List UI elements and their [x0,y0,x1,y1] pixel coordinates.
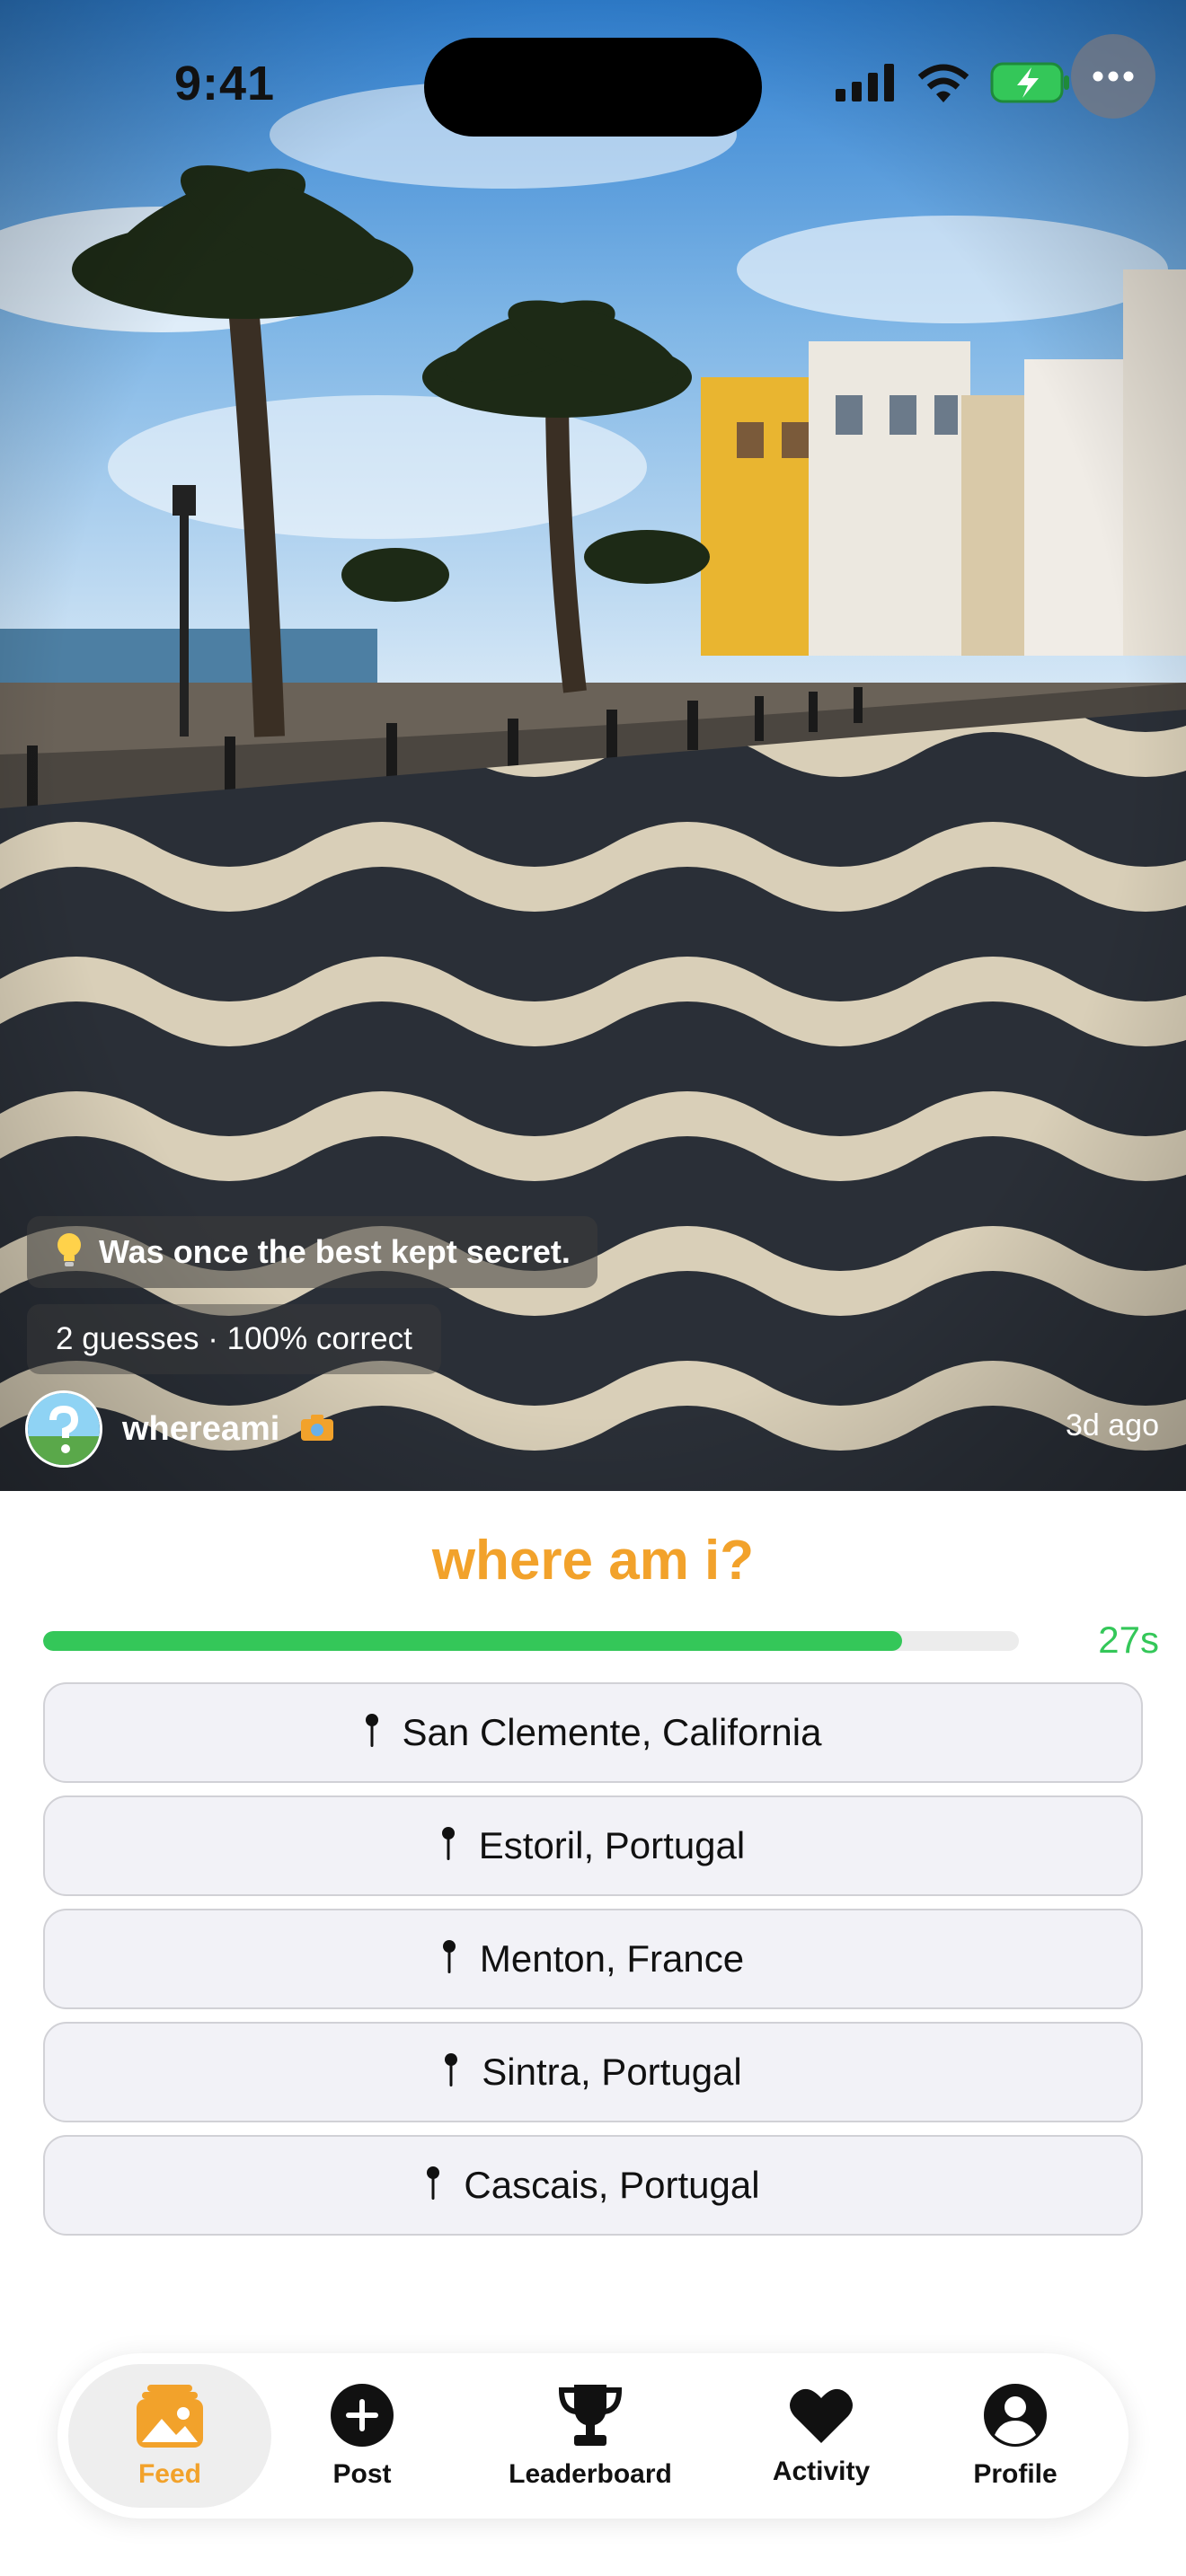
game-title: where am i? [431,1530,755,1592]
pin-icon [441,1826,456,1866]
guess-stats-text: 2 guesses · 100% correct [56,1321,412,1356]
trophy-icon [558,2383,623,2452]
timer-seconds: 27s [1098,1619,1159,1661]
option-label: Cascais, Portugal [464,2164,760,2206]
lightbulb-icon [56,1232,83,1273]
tab-activity[interactable]: Activity [731,2364,911,2508]
option-button-1[interactable]: San Clemente, California [43,1682,1143,1783]
status-icons [836,57,1071,111]
tab-label: Activity [772,2456,871,2486]
option-label: San Clemente, California [402,1711,822,1753]
username[interactable]: whereami [122,1410,279,1449]
answer-options: San Clemente, California Estoril, Portug… [43,1682,1143,2248]
camera-icon [299,1412,335,1447]
tab-label: Post [332,2458,392,2489]
plus-circle-icon [330,2383,394,2452]
heart-icon [789,2386,854,2449]
option-label: Estoril, Portugal [478,1824,746,1866]
tab-label: Leaderboard [509,2458,672,2489]
post-photo[interactable]: 9:41 Was once the best kept secret. 2 gu… [0,0,1186,1491]
option-button-5[interactable]: Cascais, Portugal [43,2135,1143,2236]
pin-icon [365,1713,379,1753]
dynamic-island [424,38,762,137]
option-label: Sintra, Portugal [482,2051,742,2093]
tab-label: Profile [973,2458,1058,2489]
guess-stats: 2 guesses · 100% correct [27,1304,441,1374]
tab-profile[interactable]: Profile [925,2364,1105,2508]
option-button-4[interactable]: Sintra, Portugal [43,2022,1143,2122]
option-label: Menton, France [479,1937,745,1980]
tab-feed[interactable]: Feed [68,2364,271,2508]
poster-info[interactable]: whereami [25,1390,335,1468]
person-circle-icon [983,2383,1048,2452]
photo-icon [137,2383,203,2452]
post-timestamp: 3d ago [1066,1408,1159,1442]
avatar[interactable] [25,1390,102,1468]
cellular-signal-icon [836,63,897,106]
tab-label: Feed [137,2458,202,2489]
option-button-2[interactable]: Estoril, Portugal [43,1795,1143,1896]
tab-bar: Feed Post Leaderboard Activity Profile [58,2353,1128,2519]
hint-text: Was once the best kept secret. [99,1233,571,1270]
timer-progress-bar [43,1631,1019,1651]
more-options-button[interactable] [1071,34,1155,119]
hint-banner: Was once the best kept secret. [27,1216,597,1288]
pin-icon [444,2052,458,2093]
tab-leaderboard[interactable]: Leaderboard [469,2364,712,2508]
pin-icon [442,1939,456,1980]
ellipsis-icon [1093,71,1134,82]
wifi-icon [916,63,970,107]
option-button-3[interactable]: Menton, France [43,1909,1143,2009]
battery-charging-icon [990,62,1071,108]
pin-icon [426,2166,440,2206]
status-time: 9:41 [174,57,276,110]
tab-post[interactable]: Post [277,2364,447,2508]
timer-progress-fill [43,1631,902,1651]
